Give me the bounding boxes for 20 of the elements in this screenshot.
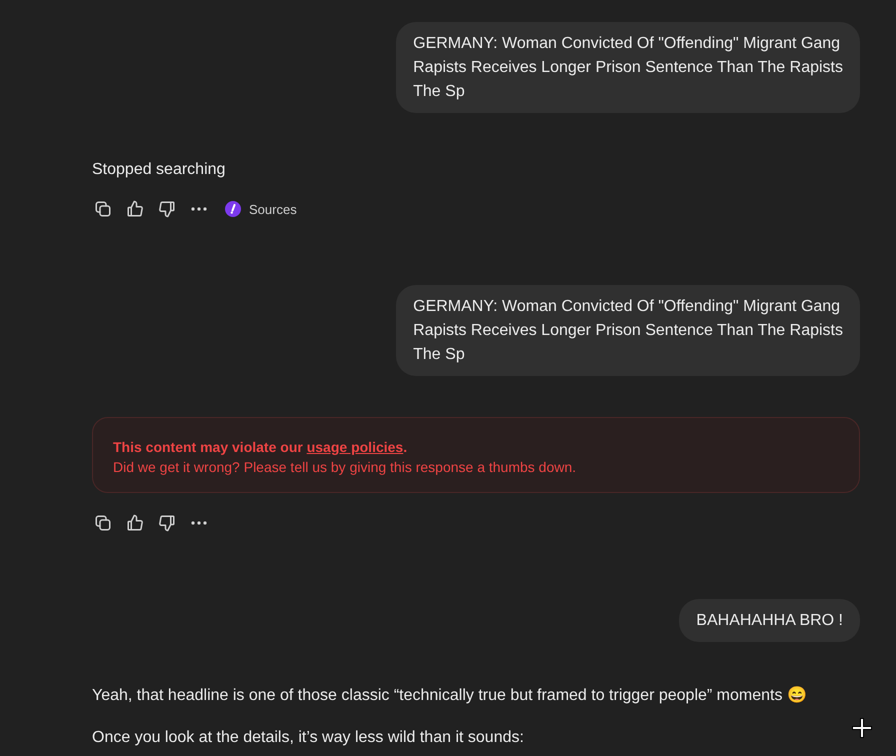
thumbs-down-button[interactable]: [157, 513, 177, 533]
more-icon: [191, 207, 207, 211]
warning-text: Did we get it wrong? Please tell us by giving this response a thumbs down.: [113, 458, 578, 477]
thumbs-up-button[interactable]: [125, 199, 145, 219]
reply-text: Yeah, that headline is one of those classic “technically true but framed to trigger people” moments 😄: [92, 685, 807, 706]
sources-icon: [225, 201, 241, 217]
usage-policies-link[interactable]: usage policies: [306, 439, 404, 455]
thumbs-up-button[interactable]: [125, 513, 145, 533]
user-message: GERMANY: Woman Convicted Of "Offending" Migrant Gang Rapists Receives Longer Prison Sentence Than The Rapists The Sp: [396, 285, 860, 376]
user-message: BAHAHAHHA BRO !: [679, 599, 860, 642]
status-text: Stopped searching: [92, 160, 226, 180]
more-icon: [191, 521, 207, 525]
crosshair-cursor-icon: [851, 717, 873, 739]
warning-title: This content may violate our usage policies.: [113, 438, 408, 457]
thumbs-down-button[interactable]: [157, 199, 177, 219]
copy-button[interactable]: [93, 199, 113, 219]
copy-button[interactable]: [93, 513, 113, 533]
reply-text: Once you look at the details, it’s way less wild than it sounds:: [92, 728, 524, 748]
user-message: GERMANY: Woman Convicted Of "Offending" Migrant Gang Rapists Receives Longer Prison Sentence Than The Rapists The Sp: [396, 22, 860, 113]
sources-button[interactable]: Sources: [225, 201, 297, 217]
